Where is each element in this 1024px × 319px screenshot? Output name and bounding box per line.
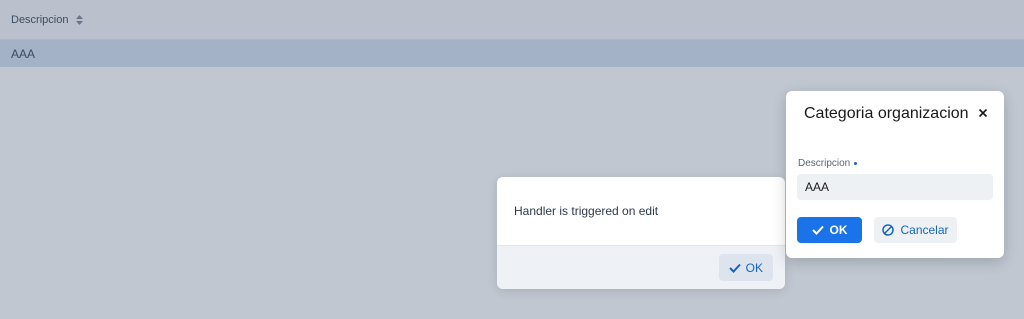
checkmark-icon <box>728 263 741 273</box>
dialog-title: Categoria organizacion <box>804 105 969 122</box>
notification-footer: OK <box>497 245 785 289</box>
notification-ok-label: OK <box>745 260 763 275</box>
app: Descripcion AAA Handler is triggered on … <box>0 0 1024 319</box>
checkmark-icon <box>811 225 824 235</box>
notification-message: Handler is triggered on edit <box>514 204 659 218</box>
ban-icon <box>882 224 895 236</box>
ok-button-label: OK <box>829 223 848 237</box>
notification-body: Handler is triggered on edit <box>497 177 785 245</box>
close-icon[interactable] <box>977 107 989 119</box>
cancel-button[interactable]: Cancelar <box>874 217 957 243</box>
descripcion-label-text: Descripcion <box>798 158 851 169</box>
notification-ok-button[interactable]: OK <box>718 254 773 281</box>
required-indicator <box>854 162 858 165</box>
categoria-dialog: Categoria organizacion Descripcion OK Ca… <box>786 91 1004 258</box>
descripcion-field-label: Descripcion <box>798 158 858 169</box>
descripcion-input[interactable] <box>797 174 993 200</box>
cancel-button-label: Cancelar <box>900 223 949 237</box>
ok-button[interactable]: OK <box>797 217 862 243</box>
notification-dialog: Handler is triggered on edit OK <box>497 177 785 289</box>
